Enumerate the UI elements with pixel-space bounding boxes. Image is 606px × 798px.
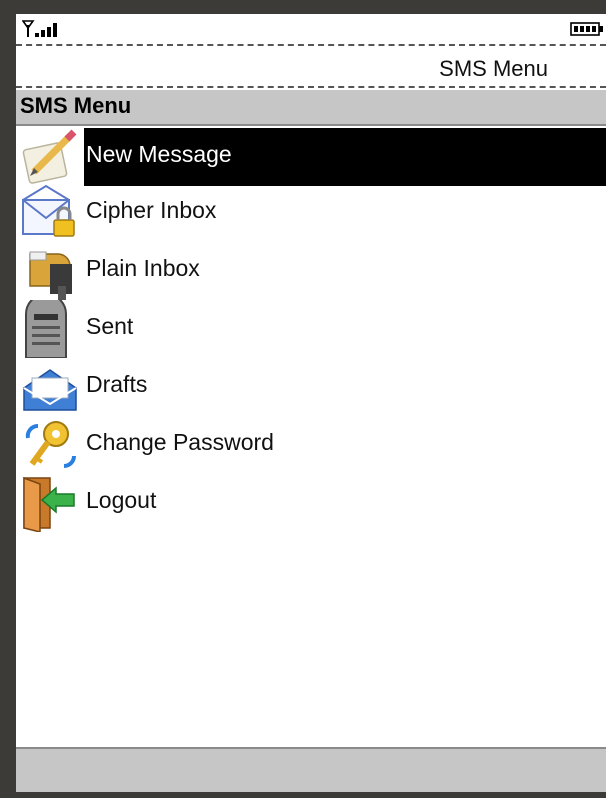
menu-item-drafts[interactable]: Drafts — [16, 358, 606, 416]
menu-item-plain-inbox[interactable]: Plain Inbox — [16, 242, 606, 300]
exit-door-icon — [23, 476, 75, 532]
menu-item-label: Sent — [86, 313, 134, 339]
menu-item-label: Drafts — [86, 371, 148, 397]
menu-item-label: New Message — [86, 141, 232, 167]
mailbox-icon — [29, 251, 72, 300]
menu-header: SMS Menu — [16, 90, 606, 126]
mailbox-post-icon — [25, 300, 67, 358]
menu-item-change-password[interactable]: Change Password — [16, 416, 606, 474]
menu-item-label: Plain Inbox — [86, 255, 200, 281]
menu-item-logout[interactable]: Logout — [16, 474, 606, 532]
menu-header-label: SMS Menu — [20, 93, 132, 118]
envelope-icon — [23, 369, 77, 411]
battery-icon — [570, 22, 603, 36]
phone-screen: SMS Menu SMS Menu New Message Cipher Inb… — [16, 14, 606, 792]
menu-item-label: Cipher Inbox — [86, 197, 217, 223]
menu-item-label: Logout — [86, 487, 157, 513]
pencil-note-icon — [22, 129, 77, 184]
key-icon — [25, 421, 76, 468]
menu-list: New Message Cipher Inbox Plain Inbox Sen… — [16, 126, 606, 532]
signal-strength-icon — [22, 20, 57, 37]
menu-item-label: Change Password — [86, 429, 274, 455]
menu-item-new-message[interactable]: New Message — [16, 126, 606, 186]
softkey-bar — [16, 747, 606, 792]
page-title: SMS Menu — [439, 56, 548, 81]
locked-envelope-icon — [22, 184, 75, 237]
menu-item-cipher-inbox[interactable]: Cipher Inbox — [16, 184, 606, 242]
menu-item-sent[interactable]: Sent — [16, 300, 606, 358]
title-bar: SMS Menu — [16, 46, 606, 88]
status-bar — [16, 14, 606, 46]
